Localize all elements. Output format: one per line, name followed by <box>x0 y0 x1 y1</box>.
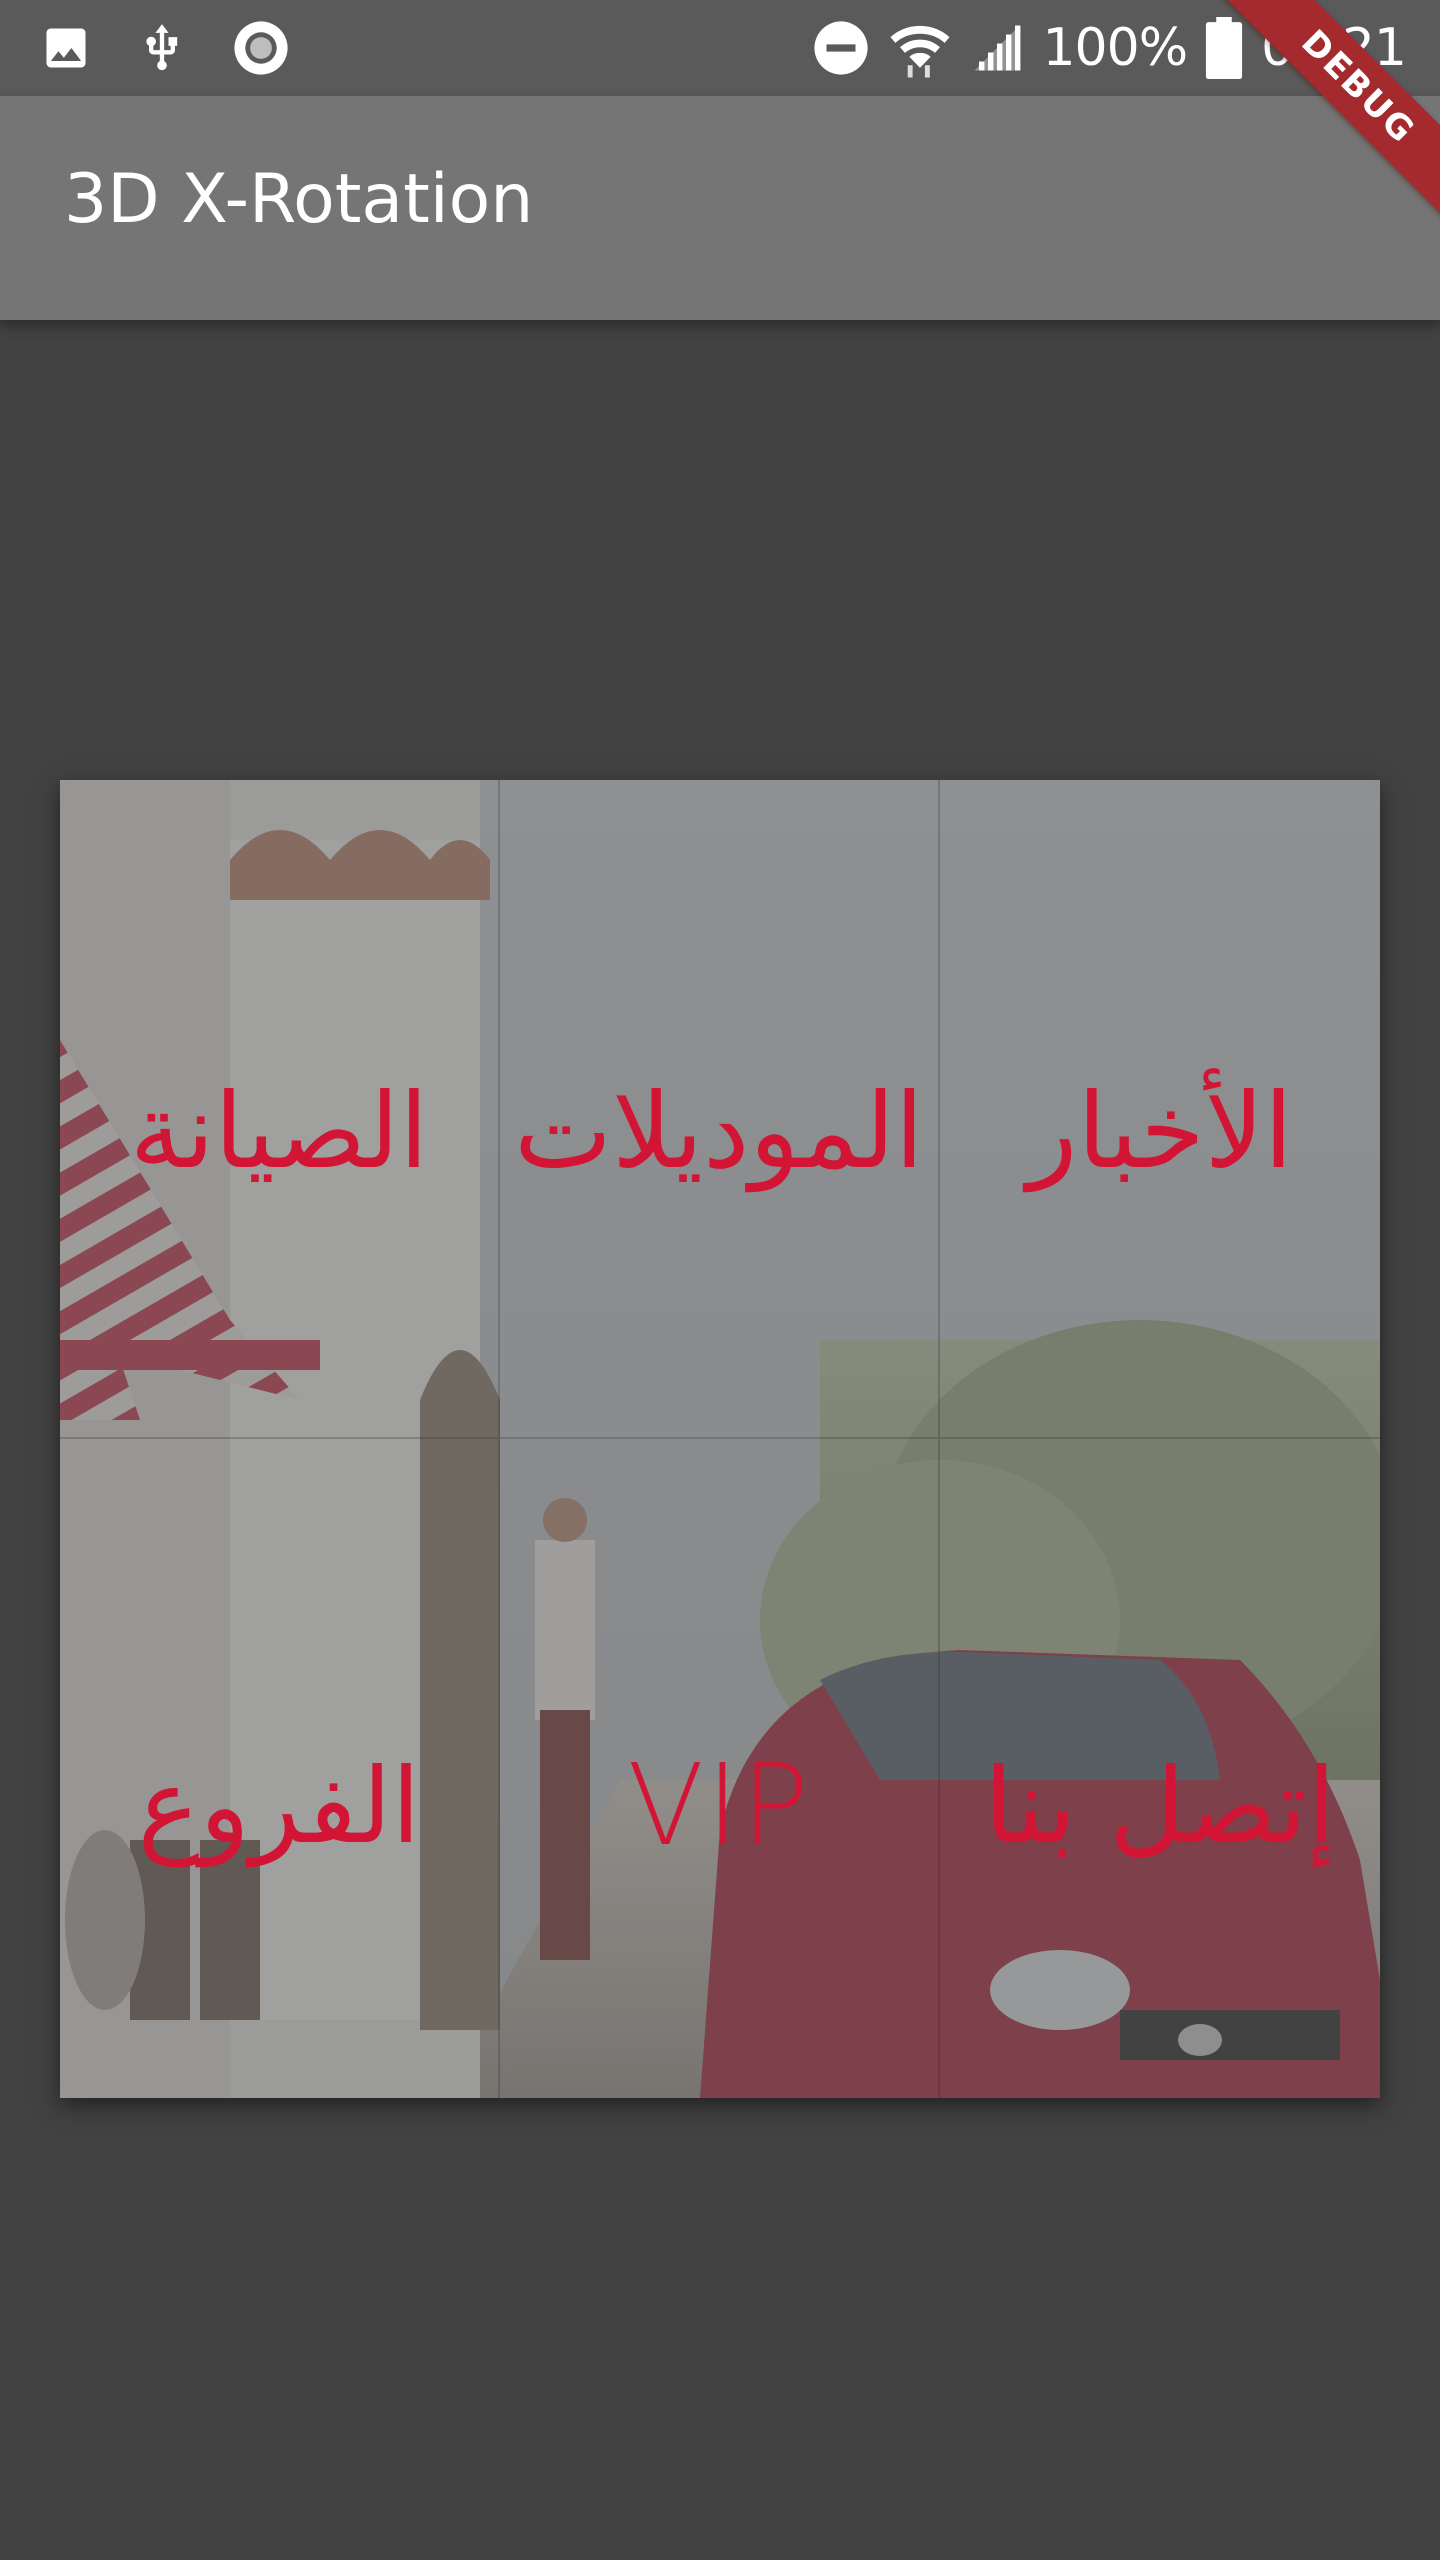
menu-tile-label: الأخبار <box>1027 1070 1293 1192</box>
app-bar: 3D X-Rotation <box>0 96 1440 320</box>
status-left <box>40 14 290 82</box>
menu-tile-label: VIP <box>627 1741 811 1871</box>
wifi-icon <box>888 18 952 78</box>
menu-tile-label: الفروع <box>137 1745 421 1867</box>
image-icon <box>40 22 92 74</box>
battery-icon <box>1205 17 1243 79</box>
menu-tile-label: الصيانة <box>129 1070 429 1192</box>
status-bar: 100% 01:21 <box>0 0 1440 96</box>
signal-icon <box>970 21 1024 75</box>
menu-tile-maintenance[interactable]: الصيانة <box>60 780 500 1439</box>
menu-grid: الصيانة الموديلات الأخبار الفروع VIP إتص… <box>60 780 1380 2098</box>
menu-tile-branches[interactable]: الفروع <box>60 1439 500 2098</box>
do-not-disturb-icon <box>812 19 870 77</box>
menu-tile-news[interactable]: الأخبار <box>940 780 1380 1439</box>
menu-tile-label: الموديلات <box>514 1070 924 1192</box>
menu-tile-label: إتصل بنا <box>984 1745 1336 1867</box>
page-title: 3D X-Rotation <box>64 160 534 239</box>
menu-tile-vip[interactable]: VIP <box>500 1439 940 2098</box>
record-icon <box>232 19 290 77</box>
rotating-menu-card: الصيانة الموديلات الأخبار الفروع VIP إتص… <box>60 780 1380 2098</box>
usb-icon <box>136 18 188 78</box>
screen: 100% 01:21 DEBUG 3D X-Rotation <box>0 0 1440 2560</box>
battery-percentage: 100% <box>1042 18 1188 78</box>
menu-tile-contact-us[interactable]: إتصل بنا <box>940 1439 1380 2098</box>
menu-tile-models[interactable]: الموديلات <box>500 780 940 1439</box>
